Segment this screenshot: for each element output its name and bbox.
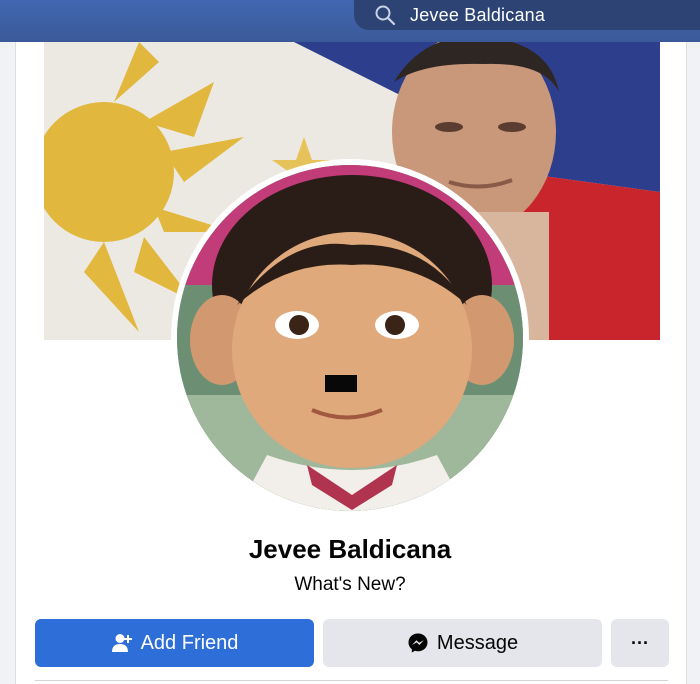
search-query[interactable]: Jevee Baldicana [410,5,545,26]
search-icon [374,4,396,26]
divider [35,680,668,681]
message-button[interactable]: Message [323,619,602,667]
profile-picture[interactable] [171,159,529,517]
more-options-button[interactable]: ··· [611,619,669,667]
messenger-icon [407,632,429,654]
search-bar[interactable]: Jevee Baldicana [354,0,700,30]
message-label: Message [436,631,519,654]
add-friend-icon [111,633,133,653]
top-navigation-bar: Jevee Baldicana [0,0,700,42]
profile-actions: Add Friend Message ··· [35,619,669,667]
profile-name: Jevee Baldicana [248,534,452,564]
profile-subtitle[interactable]: What's New? [0,574,700,596]
add-friend-label: Add Friend [140,631,239,654]
more-icon: ··· [631,632,649,653]
add-friend-button[interactable]: Add Friend [35,619,314,667]
